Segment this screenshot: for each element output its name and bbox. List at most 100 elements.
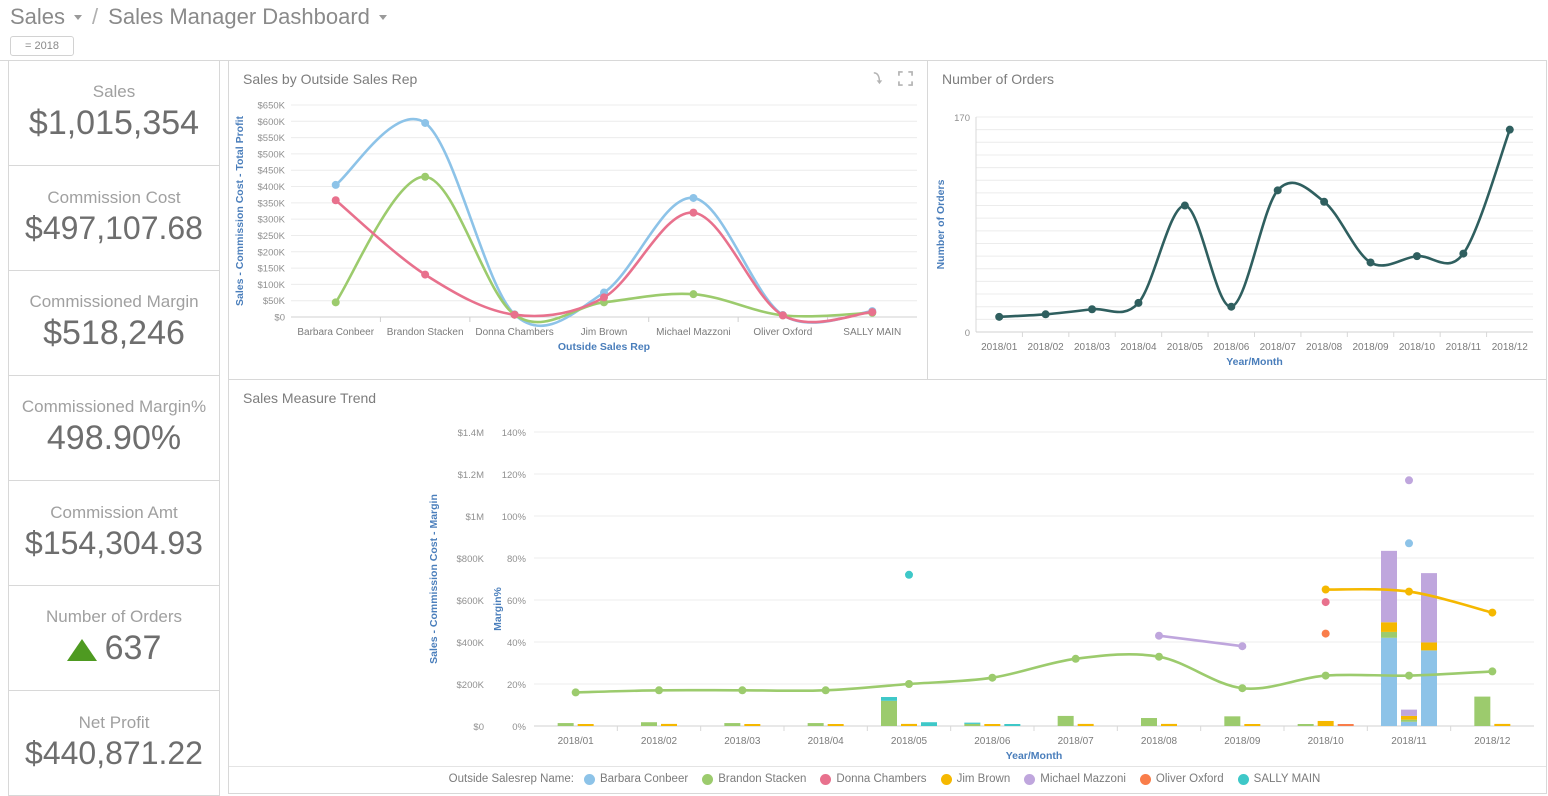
filter-chip-year[interactable]: = 2018 [10,36,74,56]
data-point[interactable] [689,209,697,217]
bar-brandon-stacken[interactable] [881,701,897,726]
expand-icon[interactable] [898,71,913,86]
data-point[interactable] [1274,186,1282,194]
data-point[interactable] [868,308,876,316]
bar-brandon-stacken[interactable] [1141,718,1157,726]
legend-item[interactable]: Oliver Oxford [1140,773,1224,785]
data-point[interactable] [1367,258,1375,266]
bar-brandon-stacken[interactable] [1224,716,1240,726]
breadcrumb-current[interactable]: Sales Manager Dashboard [108,4,370,30]
bar-sally-main[interactable] [964,723,980,724]
bar-jim-brown[interactable] [1494,724,1510,726]
data-point[interactable] [988,674,996,682]
bar-brandon-stacken[interactable] [724,723,740,726]
data-point[interactable] [1405,588,1413,596]
legend-item[interactable]: Donna Chambers [820,773,926,785]
data-point[interactable] [1155,632,1163,640]
data-point[interactable] [1134,299,1142,307]
bar-segment[interactable] [1421,573,1437,642]
data-point[interactable] [1320,198,1328,206]
data-point[interactable] [822,686,830,694]
data-point[interactable] [332,181,340,189]
data-point-oliver-oxford[interactable] [1322,630,1330,638]
data-point[interactable] [1072,655,1080,663]
trend-line-michael-mazzoni[interactable] [1159,636,1242,647]
bar-jim-brown[interactable] [1078,724,1094,726]
data-point[interactable] [1155,653,1163,661]
data-point-sally-main[interactable] [905,571,913,579]
bar-oliver-oxford[interactable] [1338,724,1354,726]
data-point[interactable] [600,293,608,301]
bar-segment[interactable] [1421,642,1437,650]
bar-brandon-stacken[interactable] [641,722,657,726]
bar-sally-main[interactable] [881,697,897,701]
bar-jim-brown[interactable] [901,724,917,726]
data-point[interactable] [1488,609,1496,617]
trend-line-brandon-stacken[interactable] [576,654,1493,692]
kpi-card-number-of-orders[interactable]: Number of Orders 637 [8,586,220,691]
data-point[interactable] [1042,310,1050,318]
kpi-card-net-profit[interactable]: Net Profit $440,871.22 [8,691,220,796]
bar-sally-main[interactable] [921,722,937,726]
data-point[interactable] [421,271,429,279]
data-point[interactable] [1088,305,1096,313]
bar-brandon-stacken[interactable] [1474,697,1490,726]
data-point[interactable] [332,196,340,204]
kpi-card-sales[interactable]: Sales $1,015,354 [8,61,220,166]
bar-segment[interactable] [1401,720,1417,722]
breadcrumb-root[interactable]: Sales [10,4,65,30]
data-point[interactable] [421,173,429,181]
data-point[interactable] [1238,684,1246,692]
bar-brandon-stacken[interactable] [808,723,824,726]
data-point[interactable] [1181,202,1189,210]
bar-segment[interactable] [1381,551,1397,622]
bar-jim-brown[interactable] [1318,721,1334,726]
data-point[interactable] [1488,667,1496,675]
data-point[interactable] [689,290,697,298]
data-point[interactable] [1506,126,1514,134]
data-point-donna-chambers[interactable] [1322,598,1330,606]
bar-brandon-stacken[interactable] [558,723,574,726]
bar-segment[interactable] [1421,650,1437,726]
data-point[interactable] [689,194,697,202]
bar-segment[interactable] [1381,632,1397,638]
data-point-barbara-conbeer[interactable] [1405,539,1413,547]
data-point[interactable] [779,311,787,319]
bar-segment[interactable] [1381,622,1397,632]
bar-segment[interactable] [1401,710,1417,716]
series-line-number-of-orders[interactable] [999,130,1510,317]
data-point[interactable] [995,313,1003,321]
bar-jim-brown[interactable] [984,724,1000,726]
data-point[interactable] [332,298,340,306]
kpi-card-commissioned-margin-pct[interactable]: Commissioned Margin% 498.90% [8,376,220,481]
bar-jim-brown[interactable] [1244,724,1260,726]
data-point[interactable] [1413,252,1421,260]
data-point[interactable] [1322,672,1330,680]
kpi-card-commission-cost[interactable]: Commission Cost $497,107.68 [8,166,220,271]
data-point[interactable] [905,680,913,688]
bar-sally-main[interactable] [1004,724,1020,726]
chart-number-of-orders[interactable]: 1700Number of Orders2018/012018/022018/0… [928,87,1545,382]
data-point[interactable] [572,688,580,696]
data-point[interactable] [1405,672,1413,680]
bar-jim-brown[interactable] [661,724,677,726]
legend-item[interactable]: Jim Brown [941,773,1011,785]
data-point[interactable] [1459,250,1467,258]
chart-sales-measure-trend[interactable]: $0$200K$400K$600K$800K$1M$1.2M$1.4M0%20%… [229,406,1546,761]
bar-segment[interactable] [1401,722,1417,726]
chevron-down-icon-2[interactable] [379,15,387,20]
bar-brandon-stacken[interactable] [1058,716,1074,726]
legend-item[interactable]: Barbara Conbeer [584,773,688,785]
bar-brandon-stacken[interactable] [964,724,980,726]
data-point[interactable] [655,686,663,694]
kpi-card-commission-amt[interactable]: Commission Amt $154,304.93 [8,481,220,586]
legend-item[interactable]: SALLY MAIN [1238,773,1321,785]
data-point[interactable] [1227,303,1235,311]
bar-jim-brown[interactable] [744,724,760,726]
bar-jim-brown[interactable] [1161,724,1177,726]
chevron-down-icon[interactable] [74,15,82,20]
bar-brandon-stacken[interactable] [1298,724,1314,726]
bar-segment[interactable] [1401,716,1417,720]
chart-sales-by-rep[interactable]: $0$50K$100K$150K$200K$250K$300K$350K$400… [229,87,927,377]
legend-item[interactable]: Brandon Stacken [702,773,806,785]
